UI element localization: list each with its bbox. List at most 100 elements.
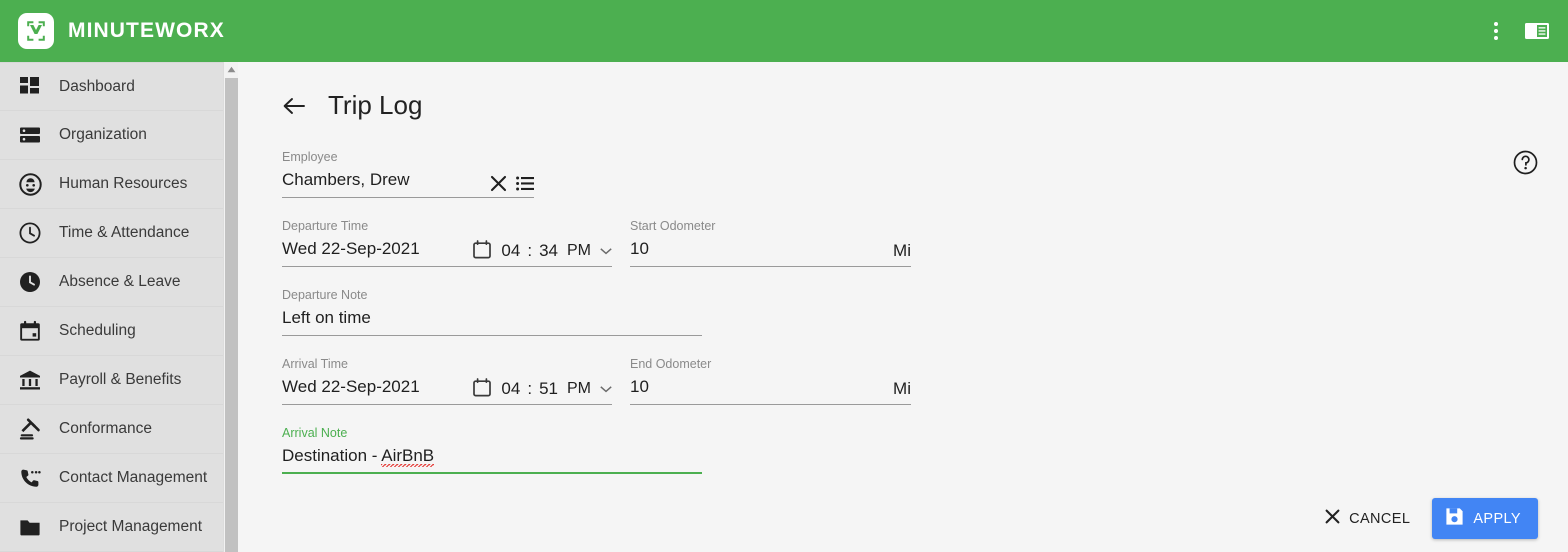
employee-input-line[interactable]: Chambers, Drew xyxy=(282,168,534,198)
calendar-picker-icon[interactable] xyxy=(473,377,492,397)
chevron-down-icon[interactable] xyxy=(600,385,612,393)
departure-note-label: Departure Note xyxy=(282,288,368,302)
cancel-button[interactable]: CANCEL xyxy=(1321,503,1414,534)
sidebar-item-dashboard[interactable]: Dashboard xyxy=(0,62,238,111)
sidebar-item-conformance[interactable]: Conformance xyxy=(0,405,238,454)
departure-date-input[interactable]: Wed 22-Sep-2021 xyxy=(282,237,492,267)
arrival-time-input[interactable]: 04 : 51 PM xyxy=(491,379,612,405)
main-content: Trip Log Employee Chambers, Drew Departu… xyxy=(238,62,1568,552)
help-circle-icon[interactable] xyxy=(1513,150,1538,180)
gavel-icon xyxy=(17,416,43,442)
end-odometer-field[interactable]: End Odometer 10 Mi xyxy=(630,352,911,405)
sidebar-item-absence-leave[interactable]: Absence & Leave xyxy=(0,258,238,307)
arrival-note-input-line[interactable]: Destination - AirBnB xyxy=(282,444,702,474)
body-row: Dashboard Organization Human Resources T… xyxy=(0,62,1568,552)
end-odometer-label: End Odometer xyxy=(630,357,712,371)
arrival-note-value[interactable]: Destination - AirBnB xyxy=(282,444,435,468)
departure-note-value[interactable]: Left on time xyxy=(282,306,371,330)
sidebar-item-human-resources[interactable]: Human Resources xyxy=(0,160,238,209)
list-picker-icon[interactable] xyxy=(516,176,534,191)
departure-hour[interactable]: 04 xyxy=(501,241,520,261)
clock-filled-icon xyxy=(17,269,43,295)
departure-date-value[interactable]: Wed 22-Sep-2021 xyxy=(282,237,420,261)
departure-minute[interactable]: 34 xyxy=(539,241,558,261)
arrival-datetime-line: Wed 22-Sep-2021 04 : 51 PM xyxy=(282,375,612,405)
arrival-note-field[interactable]: Arrival Note Destination - AirBnB xyxy=(282,421,702,474)
trip-log-form: Employee Chambers, Drew Departure Time W… xyxy=(282,145,1538,474)
sidebar-scrollbar-thumb[interactable] xyxy=(225,78,238,552)
sidebar-item-contact-management[interactable]: Contact Management xyxy=(0,454,238,503)
bank-icon xyxy=(17,367,43,393)
sidebar-item-label: Project Management xyxy=(59,518,203,535)
end-odometer-unit: Mi xyxy=(893,379,911,398)
sidebar-item-organization[interactable]: Organization xyxy=(0,111,238,160)
toggle-panel-icon[interactable] xyxy=(1524,21,1550,41)
arrival-date-input[interactable]: Wed 22-Sep-2021 xyxy=(282,375,492,405)
departure-meridiem[interactable]: PM xyxy=(567,242,591,260)
departure-time-separator: : xyxy=(527,241,533,260)
apply-button[interactable]: APPLY xyxy=(1432,498,1538,539)
arrival-date-value[interactable]: Wed 22-Sep-2021 xyxy=(282,375,420,399)
departure-time-field[interactable]: Departure Time Wed 22-Sep-2021 04: 34 P… xyxy=(282,214,612,267)
arrival-time-separator: : xyxy=(527,379,533,398)
employee-value[interactable]: Chambers, Drew xyxy=(282,168,410,192)
start-odometer-label: Start Odometer xyxy=(630,219,716,233)
back-arrow-icon[interactable] xyxy=(282,96,306,116)
sidebar-item-scheduling[interactable]: Scheduling xyxy=(0,307,238,356)
arrival-hour[interactable]: 04 xyxy=(501,379,520,399)
sidebar-item-project-management[interactable]: Project Management xyxy=(0,503,238,552)
sidebar-item-label: Human Resources xyxy=(59,175,188,192)
arrival-time-field[interactable]: Arrival Time Wed 22-Sep-2021 04: 51 PM xyxy=(282,352,612,405)
end-odometer-input-line[interactable]: 10 Mi xyxy=(630,375,911,405)
start-odometer-field[interactable]: Start Odometer 10 Mi xyxy=(630,214,911,267)
departure-note-field[interactable]: Departure Note Left on time xyxy=(282,283,702,336)
close-x-icon xyxy=(1325,509,1340,528)
departure-datetime-line: Wed 22-Sep-2021 04 : 34 PM xyxy=(282,237,612,267)
app-root: MINUTEWORX Dashboard Organization Human … xyxy=(0,0,1568,552)
departure-note-input-line[interactable]: Left on time xyxy=(282,306,702,336)
brand[interactable]: MINUTEWORX xyxy=(18,13,225,49)
sidebar-item-label: Payroll & Benefits xyxy=(59,371,182,388)
sidebar-item-time-attendance[interactable]: Time & Attendance xyxy=(0,209,238,258)
employee-field-actions xyxy=(476,175,534,192)
organization-server-icon xyxy=(17,122,43,148)
dashboard-grid-icon xyxy=(17,74,43,100)
sidebar-item-label: Contact Management xyxy=(59,469,208,486)
employee-label: Employee xyxy=(282,150,338,164)
folder-icon xyxy=(17,514,43,540)
sidebar-item-label: Dashboard xyxy=(59,77,135,95)
departure-time-input[interactable]: 04 : 34 PM xyxy=(491,241,612,267)
start-odometer-input-line[interactable]: 10 Mi xyxy=(630,237,911,267)
sidebar-item-label: Conformance xyxy=(59,420,153,437)
departure-time-label: Departure Time xyxy=(282,219,369,233)
chevron-down-icon[interactable] xyxy=(600,247,612,255)
sidebar-item-label: Time & Attendance xyxy=(59,224,190,241)
page-title: Trip Log xyxy=(328,90,423,120)
more-vertical-icon[interactable] xyxy=(1494,22,1498,40)
phone-icon xyxy=(17,465,43,491)
scroll-up-arrow-icon[interactable] xyxy=(224,62,238,77)
calendar-icon xyxy=(17,318,43,344)
apply-button-label: APPLY xyxy=(1473,510,1521,527)
clear-x-icon[interactable] xyxy=(490,175,507,192)
calendar-picker-icon[interactable] xyxy=(473,239,492,259)
save-disk-icon xyxy=(1445,507,1464,530)
arrival-row: Arrival Time Wed 22-Sep-2021 04: 51 PM … xyxy=(282,352,1538,405)
arrival-note-misspelled-word: AirBnB xyxy=(381,446,435,467)
arrival-meridiem[interactable]: PM xyxy=(567,380,591,398)
employee-field[interactable]: Employee Chambers, Drew xyxy=(282,145,534,198)
clock-outline-icon xyxy=(17,220,43,246)
end-odometer-value[interactable]: 10 xyxy=(630,375,649,399)
sidebar-item-label: Absence & Leave xyxy=(59,273,181,290)
sidebar-scrollbar[interactable] xyxy=(223,62,238,552)
topbar-actions xyxy=(1494,21,1550,41)
arrival-note-text: Destination - xyxy=(282,446,382,465)
start-odometer-value[interactable]: 10 xyxy=(630,237,649,261)
sidebar-item-payroll-benefits[interactable]: Payroll & Benefits xyxy=(0,356,238,405)
form-actions: CANCEL APPLY xyxy=(1321,498,1538,539)
arrival-minute[interactable]: 51 xyxy=(539,379,558,399)
arrival-note-label: Arrival Note xyxy=(282,426,348,440)
page-header: Trip Log xyxy=(282,90,1538,121)
top-app-bar: MINUTEWORX xyxy=(0,0,1568,62)
arrival-time-label: Arrival Time xyxy=(282,357,348,371)
